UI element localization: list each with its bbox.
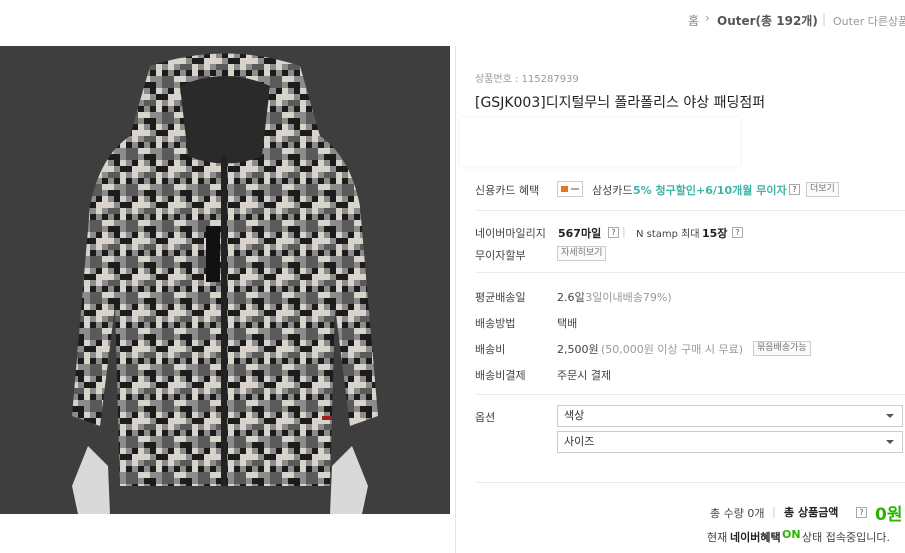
- help-icon[interactable]: ?: [856, 507, 867, 518]
- breadcrumb: 홈 › Outer(총 192개) | Outer 다른상품보기: [0, 0, 905, 46]
- mileage-value: 567마일: [558, 227, 602, 240]
- total-amount-label: 총 상품금액: [784, 506, 839, 519]
- help-icon[interactable]: ?: [789, 184, 800, 195]
- jacket-image: [0, 46, 450, 514]
- color-select-value: 색상: [564, 409, 585, 422]
- naver-status-prefix: 현재: [707, 531, 728, 544]
- separator: |: [622, 225, 626, 238]
- card-name: 삼성카드: [592, 184, 633, 197]
- breadcrumb-separator: |: [822, 12, 827, 26]
- breadcrumb-home[interactable]: 홈: [688, 12, 699, 29]
- card-more-button[interactable]: 더보기: [806, 182, 839, 197]
- total-amount-value: 0원: [875, 505, 903, 525]
- separator: |: [772, 505, 776, 518]
- delivery-payment-value: 주문시 결제: [557, 369, 612, 382]
- panel-divider: [455, 46, 456, 553]
- delivery-fee-note: (50,000원 이상 구매 시 무료): [601, 343, 744, 356]
- product-number: 상품번호 : 115287939: [475, 74, 579, 85]
- product-title: [GSJK003]디지털무늬 폴라폴리스 야상 패딩점퍼: [475, 95, 766, 111]
- total-quantity: 총 수량 0개: [710, 507, 765, 520]
- nstamp-value: 15장: [702, 227, 728, 240]
- delivery-fee-value: 2,500원: [557, 343, 599, 356]
- color-select[interactable]: 색상: [557, 405, 903, 427]
- card-icon: [557, 181, 583, 197]
- divider: [475, 482, 905, 483]
- naver-status-brand: 네이버혜택: [730, 531, 781, 544]
- chevron-down-icon: [886, 440, 894, 444]
- mileage-label: 네이버마일리지: [475, 227, 546, 240]
- breadcrumb-category[interactable]: Outer(총 192개): [717, 12, 818, 29]
- delivery-payment-label: 배송비결제: [475, 369, 526, 382]
- promo-banner: [460, 118, 740, 166]
- help-icon[interactable]: ?: [732, 227, 743, 238]
- naver-status-on: ON: [782, 528, 801, 541]
- delivery-fee-label: 배송비: [475, 343, 506, 356]
- bundle-delivery-button[interactable]: 묶음배송가능: [753, 341, 811, 356]
- card-benefit-text: 5% 청구할인+6/10개월 무이자: [633, 184, 787, 197]
- installment-detail-button[interactable]: 자세히보기: [557, 246, 607, 261]
- delivery-method-value: 택배: [557, 317, 578, 330]
- divider: [475, 394, 905, 395]
- installment-label: 무이자할부: [475, 249, 526, 262]
- divider: [475, 272, 905, 273]
- size-select-value: 사이즈: [564, 435, 595, 448]
- avg-delivery-label: 평균배송일: [475, 291, 526, 304]
- avg-delivery-note: (3일이내배송79%): [581, 291, 672, 304]
- product-image[interactable]: [0, 46, 450, 514]
- options-label: 옵션: [475, 411, 496, 424]
- nstamp-label: N stamp 최대: [636, 229, 700, 240]
- divider: [475, 210, 905, 211]
- size-select[interactable]: 사이즈: [557, 431, 903, 453]
- naver-status-suffix: 상태 접속중입니다.: [802, 531, 890, 544]
- card-benefit-label: 신용카드 혜택: [475, 184, 540, 197]
- chevron-right-icon: ›: [705, 11, 710, 25]
- help-icon[interactable]: ?: [608, 227, 619, 238]
- chevron-down-icon: [886, 414, 894, 418]
- delivery-method-label: 배송방법: [475, 317, 516, 330]
- breadcrumb-other-products[interactable]: Outer 다른상품보기: [833, 13, 905, 29]
